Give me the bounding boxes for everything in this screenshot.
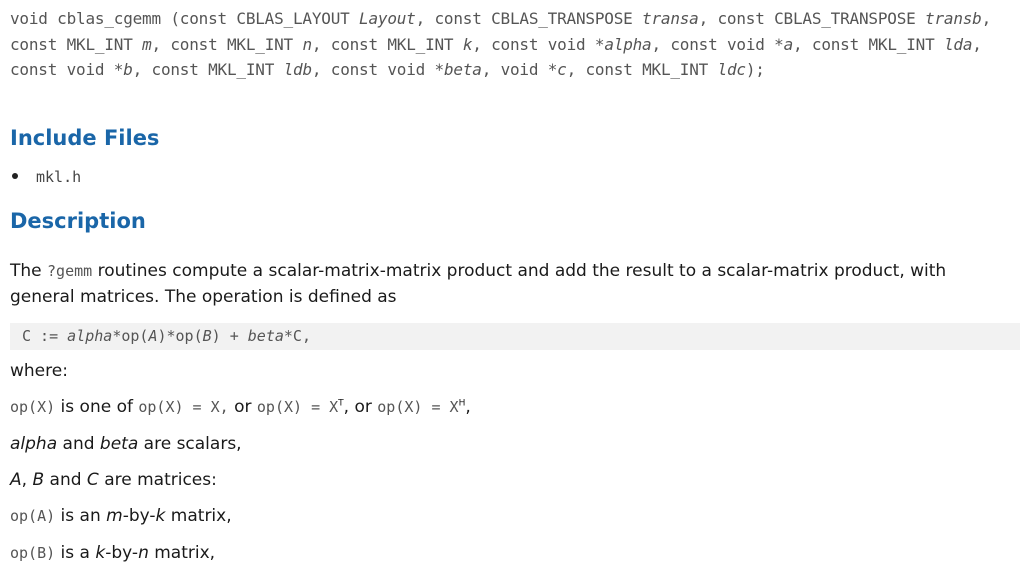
- param-layout: Layout: [359, 9, 416, 28]
- signature-text: , const MKL_INT: [132, 60, 284, 79]
- inline-code: ?gemm: [47, 262, 93, 280]
- description-intro: The ?gemm routines compute a scalar-matr…: [10, 261, 947, 307]
- include-files-heading: Include Files: [10, 126, 160, 150]
- formula-block: C := alpha*op(A)*op(B) + beta*C,: [10, 323, 1020, 350]
- signature-text: void cblas_cgemm (const CBLAS_LAYOUT: [10, 9, 360, 28]
- param-k: k: [462, 34, 473, 54]
- signature-text: , void: [481, 60, 548, 79]
- param-b: *b: [113, 60, 133, 79]
- param-a: *a: [774, 34, 794, 54]
- op-a-line: op(A) is an m-by-k matrix,: [10, 506, 232, 526]
- param-c: *c: [547, 60, 567, 79]
- param-n: n: [302, 34, 312, 54]
- op-b-line: op(B) is a k-by-n matrix,: [10, 543, 216, 563]
- description-heading: Description: [10, 209, 146, 233]
- signature-text: , const void: [311, 60, 435, 79]
- op-definition: op(X) is one of op(X) = X, or op(X) = XT…: [10, 397, 471, 417]
- signature-text: , const CBLAS_TRANSPOSE: [415, 9, 643, 28]
- signature-text: , const MKL_INT: [793, 34, 944, 54]
- include-file-name: mkl.h: [36, 168, 82, 186]
- signature-text: );: [745, 60, 765, 79]
- signature-text: , const MKL_INT: [151, 34, 303, 54]
- signature-text: , const void: [472, 34, 595, 54]
- bullet-icon: [12, 172, 18, 179]
- param-transa: transa: [642, 9, 699, 28]
- include-file-item: mkl.h: [12, 168, 81, 186]
- param-beta: *beta: [434, 60, 482, 79]
- signature-text: , const CBLAS_TRANSPOSE: [698, 9, 926, 28]
- signature-text: , const void: [651, 34, 775, 54]
- param-transb: transb: [925, 9, 982, 28]
- function-signature: void cblas_cgemm (const CBLAS_LAYOUT Lay…: [10, 6, 1015, 83]
- param-alpha: *alpha: [594, 34, 652, 54]
- signature-text: , const MKL_INT: [311, 34, 463, 54]
- where-label: where:: [10, 361, 68, 381]
- param-ldb: ldb: [283, 60, 313, 79]
- param-ldc: ldc: [717, 60, 747, 79]
- signature-text: , const MKL_INT: [566, 60, 718, 79]
- scalars-line: alpha and beta are scalars,: [10, 434, 242, 454]
- param-lda: lda: [943, 34, 973, 54]
- matrices-line: A, B and C are matrices:: [10, 470, 217, 490]
- param-m: m: [142, 34, 152, 54]
